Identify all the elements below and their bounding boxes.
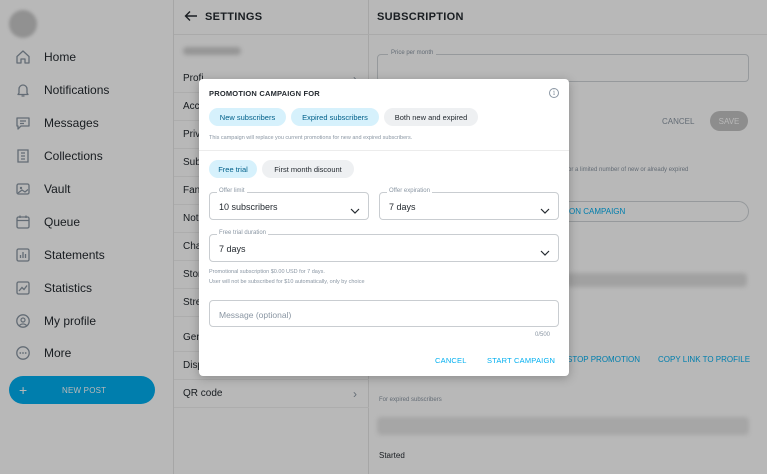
offer-expiration-value: 7 days	[389, 202, 416, 212]
chip-both-new-and-expired[interactable]: Both new and expired	[384, 108, 478, 126]
chip-first-month-discount[interactable]: First month discount	[262, 160, 354, 178]
offer-limit-value: 10 subscribers	[219, 202, 278, 212]
offer-expiration-select[interactable]: Offer expiration 7 days	[379, 188, 559, 220]
message-counter: 0/500	[534, 332, 550, 338]
chevron-down-icon	[350, 202, 360, 214]
dialog-cancel-button[interactable]: CANCEL	[435, 356, 467, 365]
promo-hint-line-1: Promotional subscription $0.00 USD for 7…	[209, 269, 325, 275]
divider	[199, 150, 569, 151]
free-trial-duration-label: Free trial duration	[217, 230, 269, 236]
promo-hint-line-2: User will not be subscribed for $10 auto…	[209, 279, 365, 285]
chip-new-subscribers[interactable]: New subscribers	[209, 108, 286, 126]
chevron-down-icon	[540, 202, 550, 214]
chip-expired-subscribers[interactable]: Expired subscribers	[291, 108, 379, 126]
info-icon[interactable]: i	[549, 88, 559, 98]
audience-note: This campaign will replace you current p…	[209, 135, 413, 141]
start-campaign-dialog-button[interactable]: START CAMPAIGN	[487, 356, 555, 365]
offer-limit-label: Offer limit	[217, 188, 247, 194]
promotion-campaign-dialog: PROMOTION CAMPAIGN FOR i New subscribers…	[199, 79, 569, 376]
chevron-down-icon	[540, 244, 550, 256]
free-trial-duration-select[interactable]: Free trial duration 7 days	[209, 230, 559, 262]
dialog-title: PROMOTION CAMPAIGN FOR	[209, 89, 320, 98]
offer-limit-select[interactable]: Offer limit 10 subscribers	[209, 188, 369, 220]
message-input[interactable]: Message (optional)	[209, 300, 559, 327]
message-placeholder: Message (optional)	[219, 310, 292, 320]
chip-free-trial[interactable]: Free trial	[209, 160, 257, 178]
free-trial-duration-value: 7 days	[219, 244, 246, 254]
offer-expiration-label: Offer expiration	[387, 188, 432, 194]
